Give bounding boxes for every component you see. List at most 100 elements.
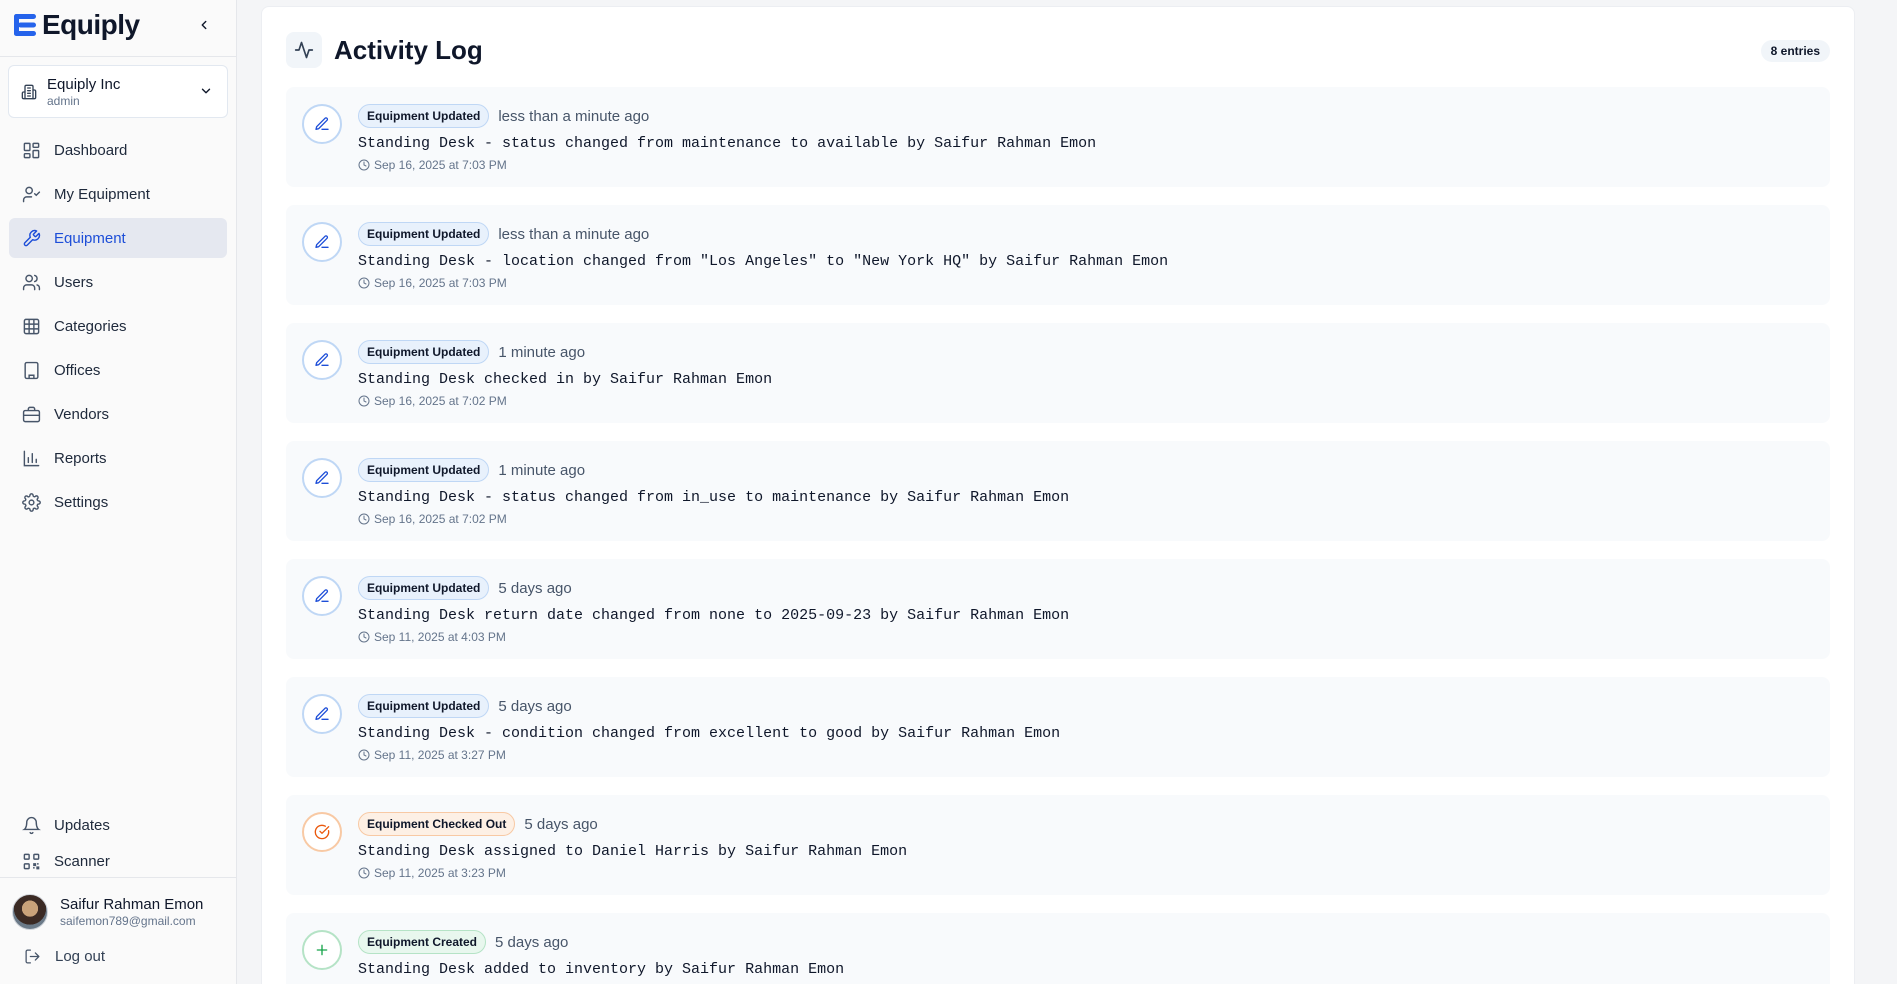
log-type-badge: Equipment Updated bbox=[358, 458, 490, 482]
activity-icon bbox=[286, 32, 322, 68]
organization-switcher[interactable]: Equiply Inc admin bbox=[8, 65, 228, 118]
log-type-badge: Equipment Updated bbox=[358, 340, 490, 364]
log-timestamp: Sep 11, 2025 at 3:27 PM bbox=[358, 748, 1060, 762]
log-entry-body: Equipment Updated less than a minute ago S… bbox=[358, 221, 1169, 290]
pencil-icon bbox=[302, 340, 342, 380]
relative-time: 5 days ago bbox=[498, 579, 572, 597]
log-type-badge: Equipment Updated bbox=[358, 222, 490, 246]
pencil-icon bbox=[302, 576, 342, 616]
log-entry-body: Equipment Updated 1 minute ago Standing De… bbox=[358, 339, 773, 408]
nav-item-categories[interactable]: Categories bbox=[9, 306, 227, 346]
clock-icon bbox=[358, 159, 370, 171]
log-timestamp: Sep 16, 2025 at 7:03 PM bbox=[358, 158, 1096, 172]
log-date-text: Sep 16, 2025 at 7:03 PM bbox=[374, 276, 507, 290]
relative-time: less than a minute ago bbox=[498, 225, 650, 243]
log-message: Standing Desk - status changed from in_u… bbox=[358, 489, 1070, 506]
chevron-down-icon bbox=[201, 88, 211, 94]
nav-item-label: Categories bbox=[54, 317, 127, 335]
page-header: Activity Log 8 entries bbox=[286, 31, 1830, 69]
entries-count-badge: 8 entries bbox=[1760, 40, 1830, 62]
pencil-icon bbox=[302, 458, 342, 498]
nav-item-my-equipment[interactable]: My Equipment bbox=[9, 174, 227, 214]
relative-time: 5 days ago bbox=[498, 697, 572, 715]
log-entry-header: Equipment Updated 1 minute ago bbox=[358, 457, 1069, 483]
brand-name: Equiply bbox=[42, 9, 140, 40]
log-entry-body: Equipment Checked Out 5 days ago Standing … bbox=[358, 811, 908, 880]
log-entry-body: Equipment Updated 1 minute ago Standing De… bbox=[358, 457, 1070, 526]
nav-item-label: Equipment bbox=[54, 229, 126, 247]
nav-item-offices[interactable]: Offices bbox=[9, 350, 227, 390]
log-entry: Equipment Updated 1 minute ago Standing De… bbox=[286, 441, 1830, 541]
log-type-badge: Equipment Updated bbox=[358, 694, 490, 718]
relative-time: 1 minute ago bbox=[498, 343, 586, 361]
collapse-sidebar-button[interactable] bbox=[194, 15, 214, 35]
relative-time: 5 days ago bbox=[495, 933, 569, 951]
main-content: Activity Log 8 entries Equipment Updated… bbox=[237, 0, 1897, 984]
divider bbox=[0, 56, 236, 57]
log-type-badge: Equipment Checked Out bbox=[358, 812, 516, 836]
organization-role: admin bbox=[47, 93, 80, 108]
log-message: Standing Desk assigned to Daniel Harris … bbox=[358, 843, 908, 860]
nav-item-label: Settings bbox=[54, 493, 109, 511]
log-timestamp: Sep 16, 2025 at 7:03 PM bbox=[358, 276, 1168, 290]
nav-item-equipment[interactable]: Equipment bbox=[9, 218, 227, 258]
user-check-icon bbox=[21, 184, 41, 204]
log-entry-body: Equipment Updated 5 days ago Standing Desk… bbox=[358, 575, 1069, 644]
equiply-logo[interactable]: Equiply bbox=[12, 9, 140, 41]
logout-button[interactable]: Log out bbox=[12, 948, 224, 965]
main-navigation: Dashboard My Equipment Equipment Users C… bbox=[0, 130, 236, 522]
plus-icon bbox=[302, 930, 342, 970]
relative-time: less than a minute ago bbox=[498, 107, 650, 125]
log-entry-header: Equipment Updated less than a minute ago bbox=[358, 103, 1096, 129]
log-entry: Equipment Updated 1 minute ago Standing De… bbox=[286, 323, 1830, 423]
user-profile[interactable]: Saifur Rahman Emon saifemon789@gmail.com bbox=[12, 894, 224, 930]
pencil-icon bbox=[302, 104, 342, 144]
bell-icon bbox=[21, 815, 41, 835]
clock-icon bbox=[358, 277, 370, 289]
qr-icon bbox=[21, 851, 41, 871]
clock-icon bbox=[358, 749, 370, 761]
log-date-text: Sep 11, 2025 at 4:03 PM bbox=[374, 630, 506, 644]
log-entry: Equipment Updated 5 days ago Standing Desk… bbox=[286, 677, 1830, 777]
log-message: Standing Desk - condition changed from e… bbox=[358, 725, 1061, 742]
users-icon bbox=[21, 272, 41, 292]
nav-item-reports[interactable]: Reports bbox=[9, 438, 227, 478]
nav-item-label: Users bbox=[54, 273, 94, 291]
nav-item-label: Dashboard bbox=[54, 141, 128, 159]
building-icon bbox=[21, 360, 41, 380]
log-message: Standing Desk checked in by Saifur Rahma… bbox=[358, 371, 773, 388]
nav-item-updates[interactable]: Updates bbox=[9, 808, 227, 842]
log-timestamp: Sep 16, 2025 at 7:02 PM bbox=[358, 512, 1069, 526]
log-type-badge: Equipment Updated bbox=[358, 576, 490, 600]
log-entry-body: Equipment Created 5 days ago Standing Desk… bbox=[358, 929, 844, 984]
wrench-icon bbox=[21, 228, 41, 248]
nav-item-label: Updates bbox=[54, 816, 110, 834]
log-date-text: Sep 16, 2025 at 7:03 PM bbox=[374, 158, 507, 172]
log-date-text: Sep 11, 2025 at 3:27 PM bbox=[374, 748, 506, 762]
log-entry: Equipment Updated 5 days ago Standing Desk… bbox=[286, 559, 1830, 659]
gear-icon bbox=[21, 492, 41, 512]
relative-time: 1 minute ago bbox=[498, 461, 586, 479]
nav-item-dashboard[interactable]: Dashboard bbox=[9, 130, 227, 170]
nav-item-label: Vendors bbox=[54, 405, 110, 423]
log-message: Standing Desk - location changed from "L… bbox=[358, 253, 1169, 270]
activity-log-list: Equipment Updated less than a minute ago S… bbox=[286, 87, 1830, 984]
log-entry-header: Equipment Updated 5 days ago bbox=[358, 575, 1069, 601]
log-entry-header: Equipment Updated 1 minute ago bbox=[358, 339, 772, 365]
nav-item-settings[interactable]: Settings bbox=[9, 482, 227, 522]
clock-icon bbox=[358, 395, 370, 407]
logout-icon bbox=[25, 949, 40, 964]
nav-item-scanner[interactable]: Scanner bbox=[9, 844, 227, 878]
log-date-text: Sep 16, 2025 at 7:02 PM bbox=[374, 394, 507, 408]
avatar bbox=[12, 894, 48, 930]
nav-item-users[interactable]: Users bbox=[9, 262, 227, 302]
log-entry: Equipment Checked Out 5 days ago Standing … bbox=[286, 795, 1830, 895]
nav-item-label: Reports bbox=[54, 449, 107, 467]
log-type-badge: Equipment Created bbox=[358, 930, 487, 954]
log-entry-header: Equipment Created 5 days ago bbox=[358, 929, 844, 955]
log-entry-body: Equipment Updated 5 days ago Standing Desk… bbox=[358, 693, 1061, 762]
user-card: Saifur Rahman Emon saifemon789@gmail.com… bbox=[0, 877, 236, 965]
nav-item-vendors[interactable]: Vendors bbox=[9, 394, 227, 434]
secondary-navigation: Updates Scanner bbox=[0, 808, 236, 880]
briefcase-icon bbox=[21, 404, 41, 424]
